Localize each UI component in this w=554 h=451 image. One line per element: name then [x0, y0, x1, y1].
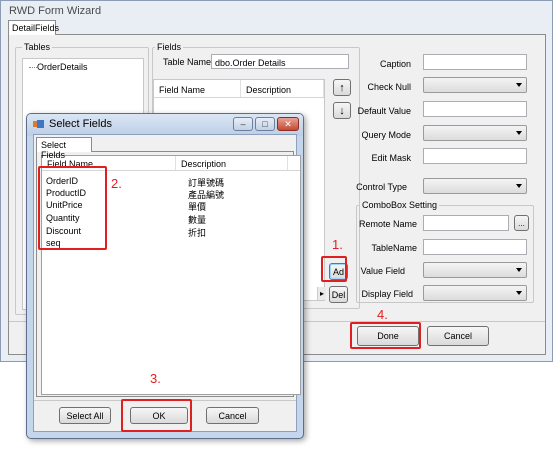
select-fields-tabpage: Field Name Description OrderID 訂單號碼 Produ… [36, 151, 301, 397]
add-button[interactable]: Ad [329, 263, 348, 280]
fields-list-rows: OrderID 訂單號碼 ProductID 產品編號 UnitPrice 單價 Qu… [46, 176, 296, 266]
check-null-label: Check Null [367, 82, 411, 92]
column-header-field-name[interactable]: Field Name [154, 80, 241, 97]
combobox-setting-label: ComboBox Setting [360, 200, 440, 210]
done-button[interactable]: Done [357, 326, 419, 346]
table-name-prop-label: TableName [371, 243, 417, 253]
display-field-select[interactable] [423, 285, 527, 301]
maximize-button[interactable]: □ [255, 117, 275, 131]
default-value-label: Default Value [357, 106, 411, 116]
tab-select-fields[interactable]: Select Fields [36, 137, 92, 160]
check-null-select[interactable] [423, 77, 527, 93]
step-4-marker: 4. [377, 307, 388, 322]
fields-list-grid[interactable]: Field Name Description OrderID 訂單號碼 Produ… [41, 155, 301, 395]
field-name-cell: Discount [46, 226, 82, 236]
tab-detailfields[interactable]: DetailFields [8, 20, 59, 35]
fields-grid-header: Field Name Description [154, 80, 324, 98]
ok-button[interactable]: OK [130, 407, 188, 424]
minimize-button[interactable]: – [233, 117, 253, 131]
close-button[interactable]: ✕ [277, 117, 299, 131]
field-name-cell: seq [46, 238, 61, 248]
default-value-field[interactable] [423, 101, 527, 117]
combobox-setting-group: ComboBox Setting Remote Name ... TableNa… [356, 200, 534, 303]
tables-item-orderdetails[interactable]: OrderDetails [37, 62, 88, 72]
field-name-cell: ProductID [46, 188, 87, 198]
caption-label: Caption [379, 59, 411, 69]
chevron-down-icon [516, 131, 522, 135]
step-3-marker: 3. [150, 371, 161, 386]
select-all-button[interactable]: Select All [59, 407, 111, 424]
tables-group-label: Tables [22, 42, 53, 52]
chevron-down-icon [516, 83, 522, 87]
edit-mask-label: Edit Mask [371, 153, 411, 163]
step-1-marker: 1. [332, 237, 343, 252]
field-name-cell: OrderID [46, 176, 79, 186]
dialog-client: Select Fields Field Name Description Ord… [33, 134, 301, 432]
step-2-marker: 2. [111, 176, 122, 191]
display-field-label: Display Field [361, 289, 413, 299]
remote-name-label: Remote Name [359, 219, 418, 229]
column-header-description[interactable]: Description [241, 80, 324, 97]
fields-list-header: Field Name Description [42, 156, 300, 171]
column-header-description[interactable]: Description [176, 156, 288, 170]
select-fields-dialog: Select Fields – □ ✕ Select Fields Field … [26, 113, 304, 439]
dialog-title: Select Fields [49, 118, 112, 130]
cancel-button[interactable]: Cancel [427, 326, 489, 346]
dialog-cancel-button[interactable]: Cancel [206, 407, 259, 424]
dialog-titlebar[interactable]: Select Fields – □ ✕ [27, 114, 303, 136]
scroll-right-arrow[interactable]: ▸ [317, 287, 326, 300]
value-field-select[interactable] [423, 262, 527, 278]
chevron-down-icon [516, 268, 522, 272]
query-mode-label: Query Mode [361, 130, 411, 140]
field-name-cell: Quantity [46, 213, 80, 223]
table-name-label: Table Name: [163, 57, 214, 67]
edit-mask-field[interactable] [423, 148, 527, 164]
chevron-down-icon [516, 184, 522, 188]
tree-line [29, 67, 37, 68]
app-icon [33, 119, 44, 129]
control-type-select[interactable] [423, 178, 527, 194]
fields-group-label: Fields [155, 42, 184, 52]
dialog-separator [34, 400, 296, 401]
chevron-down-icon [516, 291, 522, 295]
query-mode-select[interactable] [423, 125, 527, 141]
control-type-label: Control Type [356, 182, 407, 192]
description-cell: 單價 [188, 202, 207, 212]
remote-name-browse-button[interactable]: ... [514, 215, 529, 231]
value-field-label: Value Field [360, 266, 405, 276]
table-name-prop-field[interactable] [423, 239, 527, 255]
field-name-cell: UnitPrice [46, 200, 83, 210]
window-title: RWD Form Wizard [9, 5, 102, 17]
move-up-button[interactable]: ↑ [333, 79, 351, 96]
table-name-field[interactable]: dbo.Order Details [211, 54, 349, 69]
remote-name-field[interactable] [423, 215, 509, 231]
description-cell: 數量 [188, 215, 207, 225]
caption-field[interactable] [423, 54, 527, 70]
delete-button[interactable]: Del [329, 286, 348, 303]
description-cell: 折扣 [188, 228, 207, 238]
